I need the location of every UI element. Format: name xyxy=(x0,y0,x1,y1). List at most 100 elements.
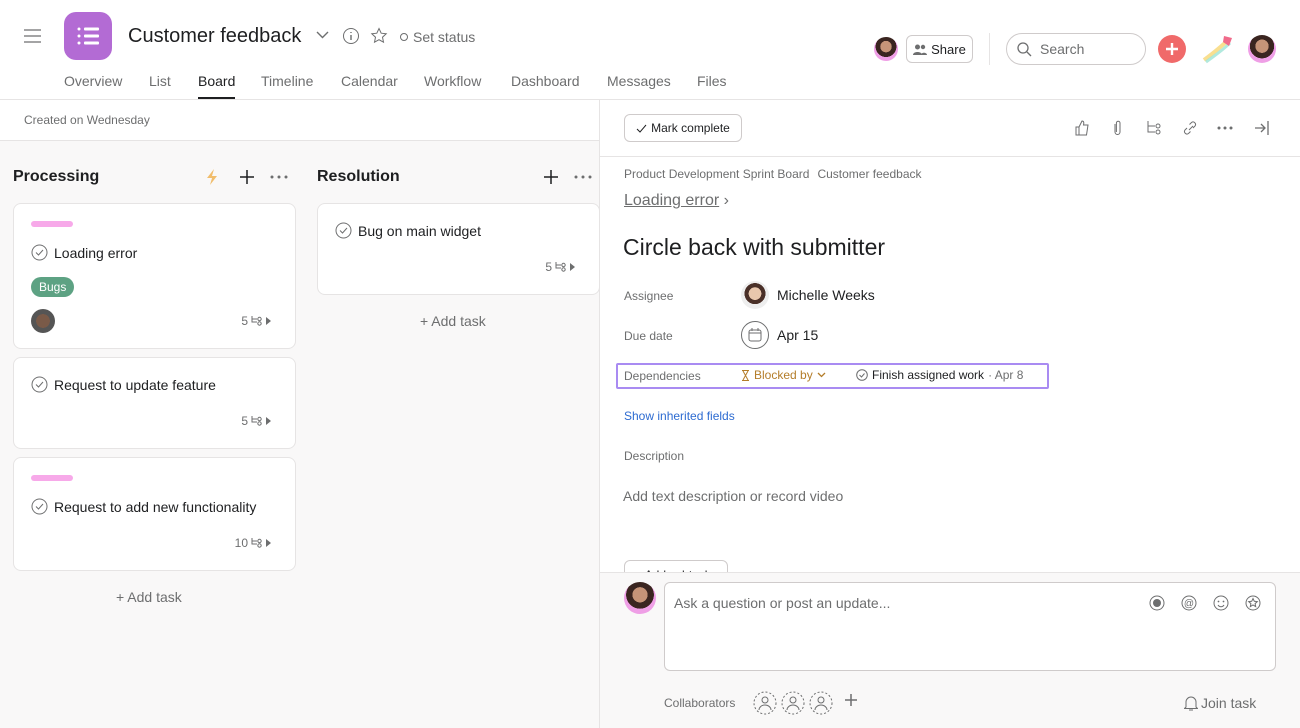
record-video-icon[interactable] xyxy=(1149,595,1165,611)
column-title[interactable]: Resolution xyxy=(317,168,400,186)
status-circle-icon xyxy=(400,33,408,41)
add-task-icon[interactable] xyxy=(240,170,254,184)
dependencies-label: Dependencies xyxy=(624,369,701,383)
tab-messages[interactable]: Messages xyxy=(607,73,671,89)
subtasks-icon[interactable] xyxy=(1146,120,1162,136)
add-task-button[interactable]: + Add task xyxy=(420,313,486,329)
check-circle-icon xyxy=(31,244,48,261)
calendar-icon xyxy=(741,321,769,349)
attachment-icon[interactable] xyxy=(1110,120,1126,136)
task-card[interactable]: Request to add new functionality 10 xyxy=(13,457,296,571)
task-title[interactable]: Circle back with submitter xyxy=(623,234,885,261)
blocked-by-dropdown[interactable]: Blocked by xyxy=(741,368,826,382)
like-icon[interactable] xyxy=(1074,120,1090,136)
card-title[interactable]: Bug on main widget xyxy=(335,222,481,239)
hourglass-icon xyxy=(742,369,749,381)
user-avatar[interactable] xyxy=(1248,35,1276,63)
breadcrumb-project[interactable]: Product Development Sprint Board xyxy=(624,167,809,181)
link-icon[interactable] xyxy=(1182,120,1198,136)
divider xyxy=(989,33,990,65)
description-input[interactable]: Add text description or record video xyxy=(623,488,843,504)
star-icon[interactable] xyxy=(370,27,388,45)
search-input[interactable]: Search xyxy=(1006,33,1146,65)
info-icon[interactable] xyxy=(342,27,360,45)
expand-triangle-icon xyxy=(266,317,271,325)
parent-task-link[interactable]: Loading error › xyxy=(624,192,729,210)
tab-timeline[interactable]: Timeline xyxy=(261,73,313,89)
due-date-field[interactable]: Apr 15 xyxy=(741,321,818,349)
breadcrumb: Product Development Sprint Board Customer… xyxy=(624,167,922,181)
collaborator-placeholder-icon[interactable] xyxy=(753,691,777,715)
expand-triangle-icon xyxy=(266,539,271,547)
show-inherited-fields-link[interactable]: Show inherited fields xyxy=(624,409,735,423)
appreciation-star-icon[interactable] xyxy=(1245,595,1261,611)
more-options-icon[interactable] xyxy=(574,175,592,179)
share-button[interactable]: Share xyxy=(906,35,973,63)
subtask-count[interactable]: 10 xyxy=(235,536,271,550)
chevron-down-icon xyxy=(817,372,826,378)
card-title[interactable]: Loading error xyxy=(31,244,137,261)
create-button[interactable] xyxy=(1158,35,1186,63)
subtask-count[interactable]: 5 xyxy=(241,414,271,428)
commenter-avatar xyxy=(624,582,656,614)
subtask-icon xyxy=(555,262,566,272)
tab-calendar[interactable]: Calendar xyxy=(341,73,398,89)
breadcrumb-project[interactable]: Customer feedback xyxy=(817,167,921,181)
celebration-unicorn-icon xyxy=(1202,34,1236,64)
assignee-field[interactable]: Michelle Weeks xyxy=(741,281,875,309)
task-card[interactable]: Request to update feature 5 xyxy=(13,357,296,449)
task-card[interactable]: Loading error Bugs 5 xyxy=(13,203,296,349)
dependency-task[interactable]: Finish assigned work · Apr 8 xyxy=(856,368,1023,382)
member-avatar[interactable] xyxy=(874,37,898,61)
tab-list[interactable]: List xyxy=(149,73,171,89)
more-options-icon[interactable] xyxy=(270,175,288,179)
tab-files[interactable]: Files xyxy=(697,73,727,89)
subtask-icon xyxy=(251,316,262,326)
chevron-down-icon[interactable] xyxy=(316,31,329,39)
tab-dashboard[interactable]: Dashboard xyxy=(511,73,580,89)
check-circle-icon xyxy=(856,369,868,381)
card-title[interactable]: Request to add new functionality xyxy=(31,498,256,515)
created-text: Created on Wednesday xyxy=(24,113,150,127)
tab-workflow[interactable]: Workflow xyxy=(424,73,481,89)
project-icon xyxy=(64,12,112,60)
bell-icon xyxy=(1184,696,1198,711)
subtask-icon xyxy=(251,416,262,426)
lightning-rules-icon[interactable] xyxy=(205,169,219,185)
close-panel-icon[interactable] xyxy=(1254,120,1270,136)
subtask-count[interactable]: 5 xyxy=(545,260,575,274)
mark-complete-button[interactable]: Mark complete xyxy=(624,114,742,142)
due-date-label: Due date xyxy=(624,329,673,343)
svg-text:@: @ xyxy=(1184,599,1194,610)
set-status-button[interactable]: Set status xyxy=(400,29,475,45)
add-task-button[interactable]: + Add task xyxy=(116,589,182,605)
board-info-bar: Created on Wednesday xyxy=(0,100,600,141)
check-icon xyxy=(636,124,647,133)
color-bar xyxy=(31,221,73,227)
hamburger-menu-icon[interactable] xyxy=(24,29,41,43)
mention-icon[interactable]: @ xyxy=(1181,595,1197,611)
add-task-icon[interactable] xyxy=(544,170,558,184)
add-collaborator-button[interactable] xyxy=(845,694,857,706)
task-card[interactable]: Bug on main widget 5 xyxy=(317,203,600,295)
tab-overview[interactable]: Overview xyxy=(64,73,122,89)
expand-triangle-icon xyxy=(266,417,271,425)
collaborators-label: Collaborators xyxy=(664,696,736,710)
more-options-icon[interactable] xyxy=(1217,120,1233,136)
description-label: Description xyxy=(624,449,685,463)
join-task-button[interactable]: Join task xyxy=(1184,695,1256,711)
tag-bugs[interactable]: Bugs xyxy=(31,277,75,297)
column-title[interactable]: Processing xyxy=(13,168,99,186)
tab-board[interactable]: Board xyxy=(198,73,236,99)
emoji-icon[interactable] xyxy=(1213,595,1229,611)
subtask-count[interactable]: 5 xyxy=(241,314,271,328)
toolbar-divider xyxy=(600,156,1300,157)
assignee-avatar[interactable] xyxy=(31,309,55,333)
color-bar xyxy=(31,475,73,481)
collaborator-placeholder-icon[interactable] xyxy=(809,691,833,715)
card-title[interactable]: Request to update feature xyxy=(31,376,216,393)
project-title: Customer feedback xyxy=(128,25,302,47)
collaborator-placeholder-icon[interactable] xyxy=(781,691,805,715)
people-icon xyxy=(913,44,928,55)
check-circle-icon xyxy=(31,376,48,393)
